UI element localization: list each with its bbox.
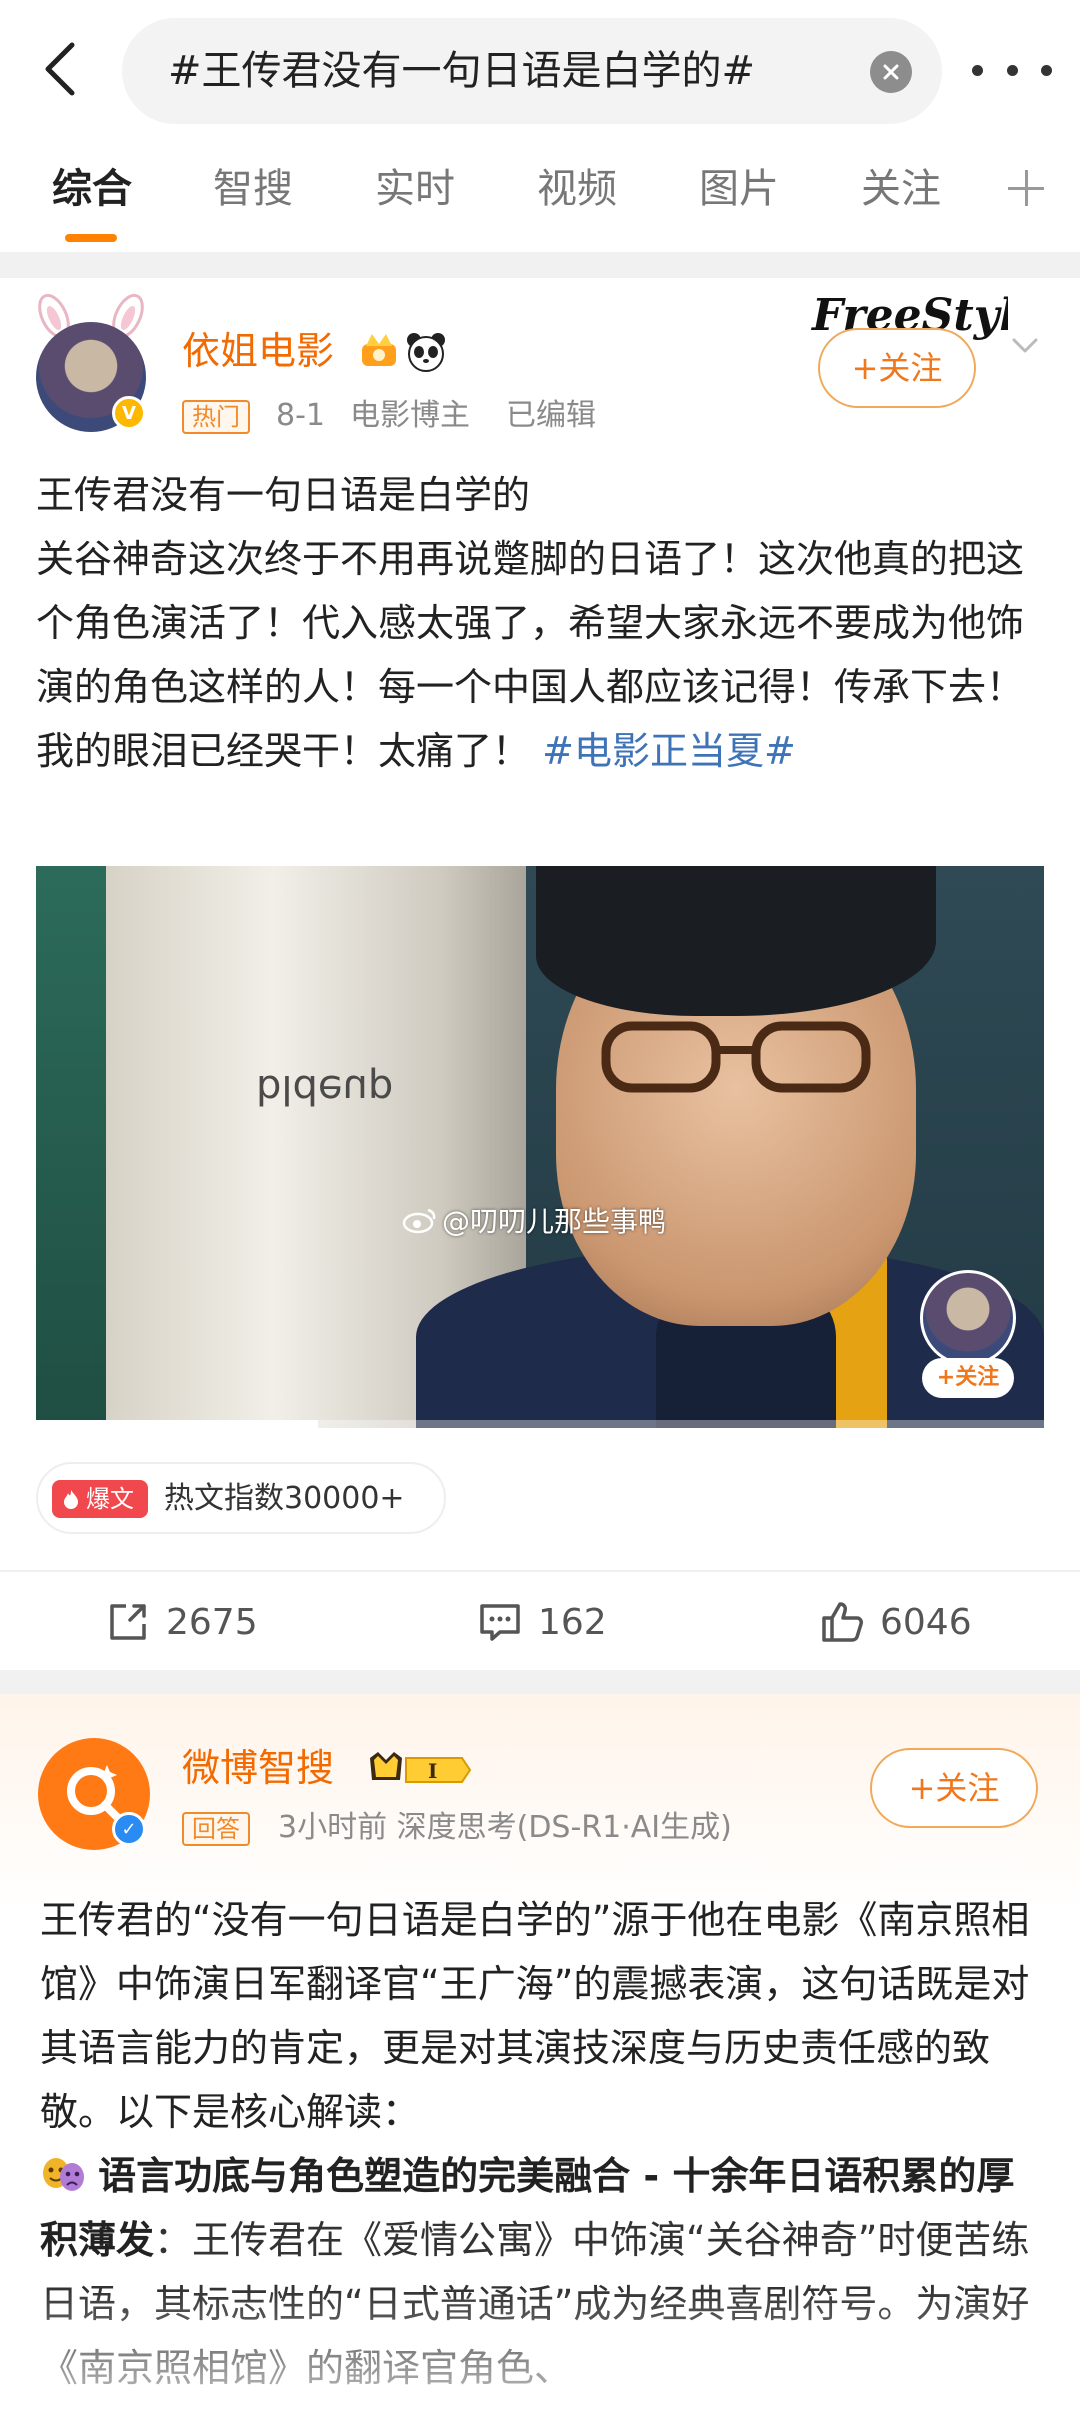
search-tabs: 综合 智搜 实时 视频 图片 关注: [0, 140, 1080, 252]
author-name[interactable]: 微博智搜: [182, 1744, 334, 1792]
theater-masks-icon: [43, 2158, 84, 2191]
answer-intro: 王传君的“没有一句日语是白学的”源于他在电影《南京照相馆》中饰演日军翻译官“王广…: [40, 1898, 1030, 2134]
dot-icon: [972, 64, 983, 76]
back-arrow-icon: [45, 42, 75, 96]
comment-button[interactable]: 162: [476, 1594, 607, 1650]
poster-text: bldeup: [256, 1066, 394, 1112]
divider: [0, 1670, 1080, 1694]
tab-video[interactable]: 视频: [537, 164, 617, 214]
author-name[interactable]: 依姐电影: [182, 327, 334, 375]
tab-realtime[interactable]: 实时: [375, 164, 455, 214]
hot-index-text: 热文指数30000+: [164, 1481, 405, 1516]
post-body: 关谷神奇这次终于不用再说蹩脚的日语了！这次他真的把这个角色演活了！代入感太强了，…: [36, 537, 1025, 773]
comment-icon: [480, 1604, 520, 1641]
top-bar: #王传君没有一句日语是白学的#: [0, 0, 1080, 140]
dot-icon: [1041, 64, 1052, 76]
tab-following[interactable]: 关注: [861, 164, 941, 214]
video-player[interactable]: bldeup @叨叨儿那些事鸭 +关注: [36, 866, 1044, 1428]
svg-text:I: I: [428, 1759, 437, 1783]
repost-icon: [110, 1604, 146, 1640]
post-text-line: 王传君没有一句日语是白学的: [36, 473, 531, 517]
tab-images[interactable]: 图片: [699, 164, 779, 214]
hot-article-pill[interactable]: 爆文 热文指数30000+: [36, 1462, 446, 1534]
video-watermark: @叨叨儿那些事鸭: [402, 1200, 666, 1240]
panda-icon: [407, 333, 445, 372]
video-author-avatar[interactable]: [920, 1270, 1016, 1366]
chevron-down-icon[interactable]: [1010, 330, 1040, 360]
repost-button[interactable]: 2675: [104, 1594, 258, 1650]
fire-icon: [64, 1490, 78, 1509]
post-actions: 2675 162 6046: [0, 1570, 1080, 1670]
add-tab-icon[interactable]: [1006, 168, 1046, 208]
thumbs-up-icon: [822, 1602, 863, 1642]
video-progress-bar[interactable]: [36, 1420, 1044, 1428]
verified-badge-icon: ✓: [112, 1812, 146, 1846]
glasses-icon: [601, 1021, 871, 1093]
burst-badge: 爆文: [52, 1480, 148, 1518]
search-input[interactable]: #王传君没有一句日语是白学的#: [122, 18, 942, 124]
edited-label: 已编辑: [506, 398, 596, 433]
post-date: 8-1: [276, 398, 325, 433]
follow-button[interactable]: +关注: [818, 328, 976, 408]
active-tab-indicator: [65, 234, 117, 242]
follow-button[interactable]: +关注: [870, 1748, 1038, 1828]
plus-icon: +: [908, 1769, 936, 1807]
close-icon: [883, 64, 899, 80]
author-category: 电影博主: [350, 398, 470, 433]
video-follow-button[interactable]: +关注: [922, 1358, 1014, 1398]
hot-tag: 热门: [182, 400, 250, 434]
more-options-button[interactable]: [972, 50, 1052, 90]
verified-badge-icon: V: [112, 396, 146, 430]
fade-overlay: [0, 2290, 1080, 2436]
back-button[interactable]: [30, 34, 90, 104]
topic-link[interactable]: #电影正当夏#: [542, 729, 796, 773]
post-meta: 3小时前 深度思考(DS-R1·AI生成): [278, 1810, 732, 1845]
weibo-logo-icon: [402, 1208, 436, 1234]
clear-search-button[interactable]: [870, 51, 912, 93]
plus-icon: +: [851, 349, 879, 387]
like-button[interactable]: 6046: [818, 1594, 972, 1650]
search-query: #王传君没有一句日语是白学的#: [168, 48, 756, 94]
answer-tag: 回答: [182, 1812, 250, 1846]
divider: [0, 252, 1080, 278]
crown-badge-icon: [362, 334, 396, 366]
dot-icon: [1006, 64, 1018, 76]
tab-smart-search[interactable]: 智搜: [213, 164, 293, 214]
level-badge-icon: I: [370, 1752, 472, 1783]
tab-comprehensive[interactable]: 综合: [52, 164, 132, 214]
video-progress-fill: [36, 1420, 319, 1428]
